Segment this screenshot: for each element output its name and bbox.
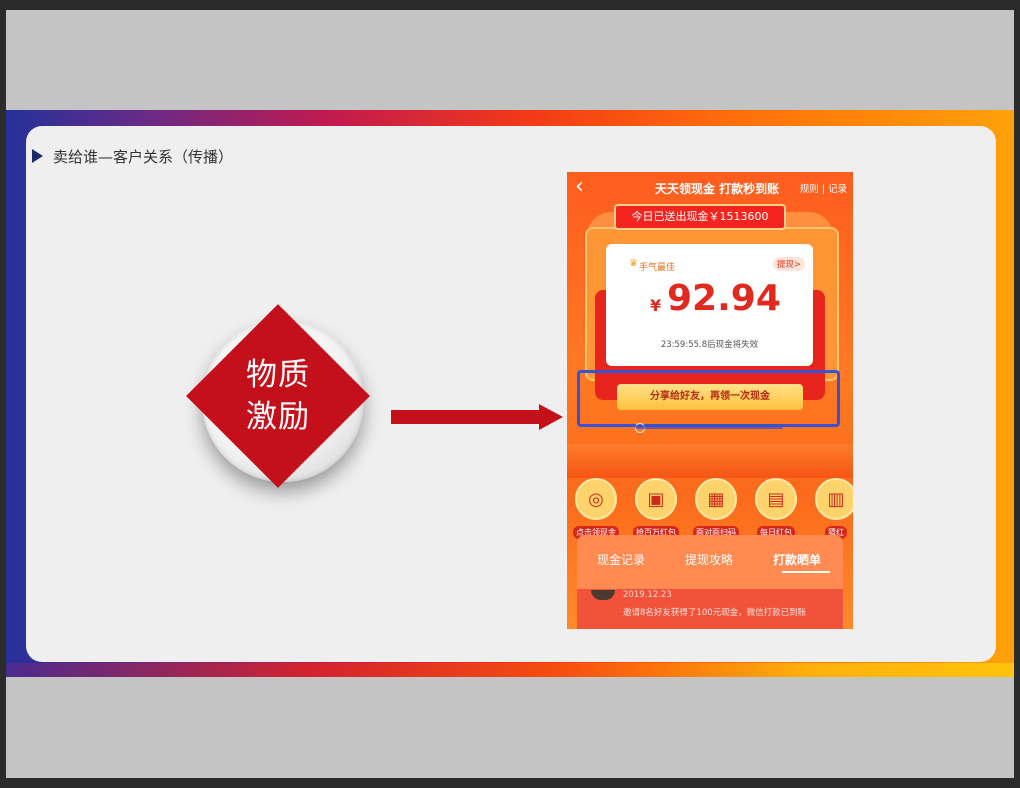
slide-title: 卖给谁—客户关系（传播） [53, 148, 234, 166]
best-luck-label: 手气最佳 [639, 263, 676, 273]
calendar-icon: ▤ [755, 478, 797, 520]
sent-banner: 今日已送出现金￥1513600 [614, 204, 786, 230]
withdraw-button[interactable]: 提现> [773, 257, 806, 271]
active-tab-underline [782, 571, 830, 573]
cash-amount: 92.94 [667, 278, 781, 319]
tab-cash-records[interactable]: 现金记录 [597, 551, 645, 568]
expire-countdown: 23:59:55.8后现金将失效 [660, 340, 759, 350]
feature-item[interactable]: ▦ 面对面扫码 [691, 478, 741, 539]
slide-bottom-strip [6, 663, 1014, 677]
phone-screenshot: ‹ 天天领现金 打款秒到账 规则 | 记录 今日已送出现金￥1513600 ♛ … [567, 172, 853, 629]
tab-withdraw-guide[interactable]: 提现攻略 [685, 551, 733, 568]
slide: 卖给谁—客户关系（传播） 物质 激励 ‹ 天天领现金 打款秒到账 规则 | 记录… [6, 110, 1014, 677]
slide-card: 卖给谁—客户关系（传播） 物质 激励 ‹ 天天领现金 打款秒到账 规则 | 记录… [26, 126, 996, 662]
diamond-label-line1: 物质 [246, 357, 310, 393]
diamond-label: 物质 激励 [226, 354, 330, 438]
diamond-label-line2: 激励 [246, 399, 310, 435]
coins-icon: ◎ [575, 478, 617, 520]
gift-icon: ▥ [815, 478, 853, 520]
chevron-left-icon[interactable]: ‹ [575, 174, 584, 199]
rules-records-links[interactable]: 规则 | 记录 [800, 181, 847, 195]
pedestal [567, 444, 853, 478]
red-packet-icon: ▣ [635, 478, 677, 520]
phone-title: 天天领现金 打款秒到账 [654, 182, 780, 196]
feature-icon-row: ◎ 点击领现金 ▣ 抢百万红包 ▦ 面对面扫码 ▤ 每日红包 ▥ 猜红 [571, 478, 853, 539]
qr-code-icon: ▦ [695, 478, 737, 520]
highlight-box [577, 370, 840, 427]
arrow-shaft [391, 410, 541, 424]
record-date: 2019.12.23 [623, 590, 672, 600]
crown-icon: ♛ [629, 258, 638, 269]
tab-payout-showcase[interactable]: 打款晒单 [773, 551, 821, 568]
feature-item[interactable]: ▣ 抢百万红包 [631, 478, 681, 539]
record-text: 邀请8名好友获得了100元现金，微信打款已到账 [623, 608, 807, 618]
arrow-right-icon [539, 404, 563, 430]
notice-line [635, 425, 783, 429]
currency-symbol: ¥ [650, 296, 662, 315]
feature-item[interactable]: ▥ 猜红 [811, 478, 853, 539]
title-marker-icon [32, 149, 43, 163]
feature-item[interactable]: ◎ 点击领现金 [571, 478, 621, 539]
feature-item[interactable]: ▤ 每日红包 [751, 478, 801, 539]
